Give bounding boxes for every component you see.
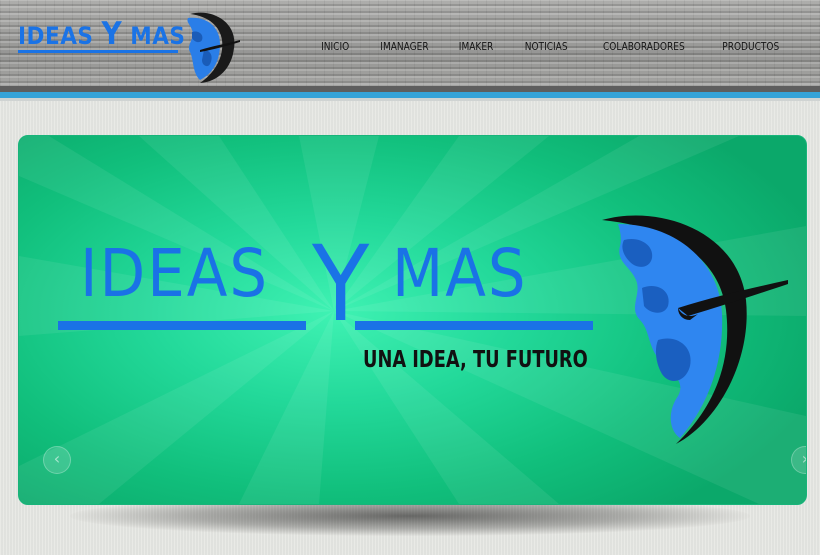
logo-text: IDEAS Y MAS [18, 16, 186, 52]
slide-tagline: UNA IDEA, TU FUTURO [363, 347, 588, 373]
nav-item-noticias[interactable]: NOTICIAS [515, 40, 576, 53]
nav-item-imanager[interactable]: IMANAGER [371, 40, 437, 53]
chevron-left-icon: ‹ [53, 449, 61, 468]
slide-underline-left [58, 321, 306, 330]
slide-title-mas: MAS [392, 235, 528, 312]
logo-underline [18, 50, 178, 53]
site-header: IDEAS Y MAS INICIO IMANAGER IMAKER NOTIC… [0, 0, 820, 92]
main-nav: INICIO IMANAGER IMAKER NOTICIAS COLABORA… [307, 40, 796, 53]
globe-icon [187, 12, 240, 84]
nav-item-imaker[interactable]: IMAKER [450, 40, 503, 53]
slide-title-ideas: IDEAS [80, 235, 270, 312]
globe-icon [602, 215, 788, 444]
slider-prev-button[interactable]: ‹ [43, 446, 71, 474]
nav-item-productos[interactable]: PRODUCTOS [713, 40, 788, 53]
nav-item-inicio[interactable]: INICIO [312, 40, 358, 53]
slide-underline-right [355, 321, 593, 330]
header-divider-light [0, 98, 820, 101]
chevron-right-icon: › [802, 449, 806, 468]
site-logo[interactable]: IDEAS Y MAS [14, 8, 244, 84]
nav-item-colaboradores[interactable]: COLABORADORES [594, 40, 694, 53]
